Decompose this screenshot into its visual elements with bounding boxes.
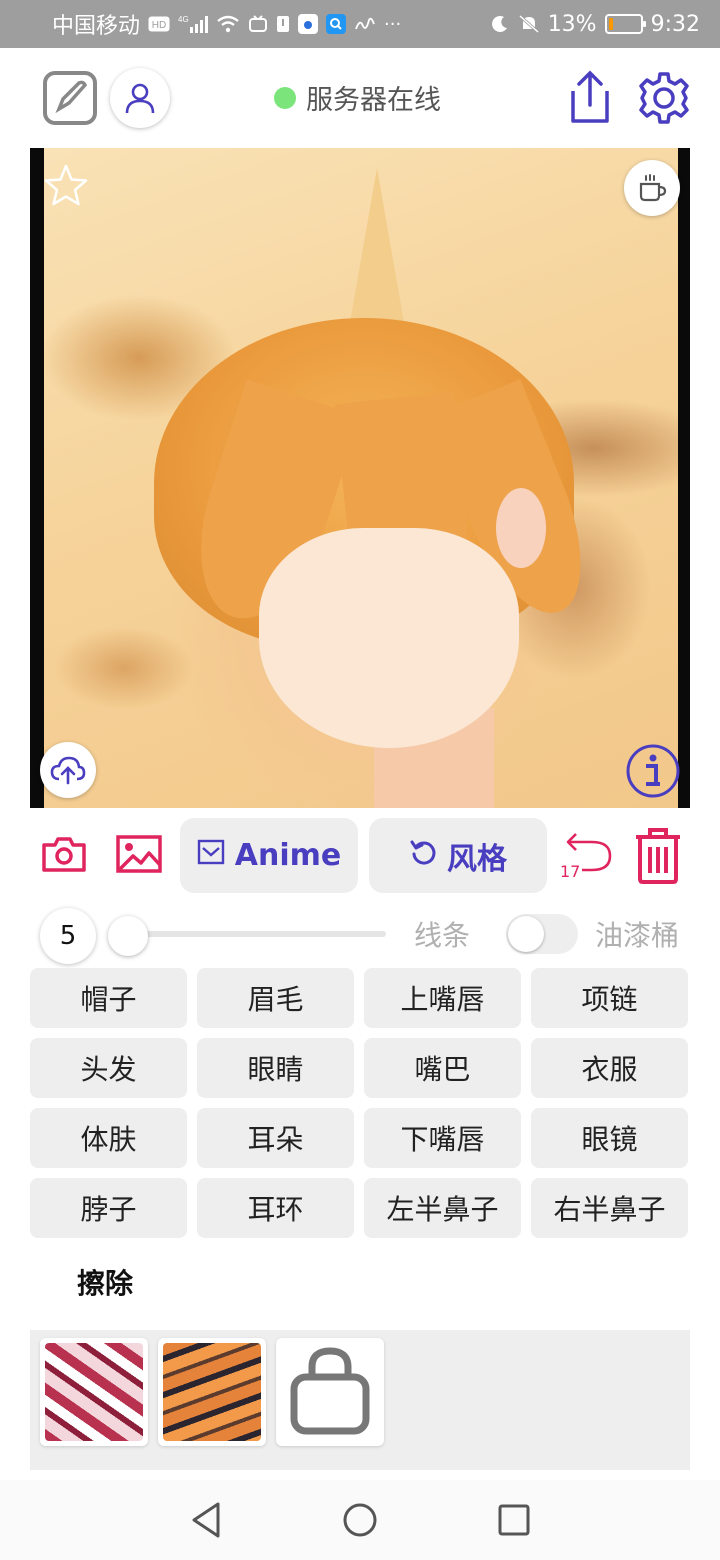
cloud-upload-icon[interactable]: [40, 742, 96, 798]
system-nav-bar: [0, 1480, 720, 1560]
label-chip[interactable]: 左半鼻子: [364, 1178, 521, 1238]
drawing-canvas[interactable]: [30, 148, 690, 808]
home-icon[interactable]: [340, 1500, 380, 1540]
camera-icon[interactable]: [40, 830, 88, 878]
label-grid: 帽子 眉毛 上嘴唇 项链 头发 眼睛 嘴巴 衣服 体肤 耳朵 下嘴唇 眼镜 脖子…: [30, 968, 690, 1238]
label-chip[interactable]: 嘴巴: [364, 1038, 521, 1098]
coffee-cup-icon[interactable]: [624, 160, 680, 216]
star-icon[interactable]: [42, 162, 90, 210]
style-model-label: Anime: [234, 838, 342, 873]
label-chip[interactable]: 眼镜: [531, 1108, 688, 1168]
info-icon[interactable]: [624, 742, 682, 800]
label-chip[interactable]: 眼睛: [197, 1038, 354, 1098]
brush-size-track[interactable]: [112, 931, 386, 937]
label-chip[interactable]: 耳朵: [197, 1108, 354, 1168]
notification-app-icon: [276, 14, 290, 34]
paint-bucket-toggle[interactable]: [506, 914, 578, 954]
status-bar: 中国移动 HD 4G ··· 13% 9:32: [0, 0, 720, 48]
label-chip[interactable]: 帽子: [30, 968, 187, 1028]
carrier-label: 中国移动: [52, 14, 141, 39]
mail-icon: [197, 838, 225, 874]
svg-text:HD: HD: [152, 20, 166, 31]
label-chip[interactable]: 上嘴唇: [364, 968, 521, 1028]
line-mode-label[interactable]: 线条: [414, 914, 470, 954]
clock: 9:32: [650, 11, 700, 37]
style-thumbnail-1[interactable]: [40, 1338, 148, 1446]
server-status-label: 服务器在线: [306, 85, 441, 116]
label-chip[interactable]: 右半鼻子: [531, 1178, 688, 1238]
recents-icon[interactable]: [494, 1500, 534, 1540]
tv-app-icon: [248, 14, 268, 34]
server-status: 服务器在线: [274, 78, 441, 117]
svg-text:4G: 4G: [178, 15, 189, 24]
status-dot: [274, 86, 296, 109]
style-transfer-button[interactable]: 风格: [369, 818, 547, 893]
signature-icon: [354, 14, 376, 34]
style-tray: [30, 1330, 690, 1470]
trash-icon[interactable]: [632, 826, 684, 886]
battery-percent: 13%: [547, 11, 597, 37]
share-icon[interactable]: [564, 68, 616, 128]
label-chip[interactable]: 下嘴唇: [364, 1108, 521, 1168]
paint-bucket-label[interactable]: 油漆桶: [595, 914, 679, 954]
undo-count: 17: [560, 862, 581, 881]
search-app-icon: [326, 14, 347, 34]
signal-icon: 4G: [178, 14, 209, 34]
user-icon[interactable]: [110, 68, 170, 128]
settings-gear-icon[interactable]: [634, 68, 694, 128]
brush-size-value: 5: [40, 908, 96, 964]
image-gallery-icon[interactable]: [114, 830, 164, 878]
moon-icon: [490, 14, 510, 34]
label-chip[interactable]: 体肤: [30, 1108, 187, 1168]
tool-row: Anime 风格 17: [0, 818, 720, 894]
label-chip[interactable]: 眉毛: [197, 968, 354, 1028]
mute-icon: [518, 14, 540, 34]
app-header: 服务器在线: [0, 48, 720, 148]
generated-anime-image: [44, 148, 678, 808]
shop-bag-icon[interactable]: [276, 1338, 384, 1446]
refresh-icon: [409, 838, 437, 874]
label-chip[interactable]: 脖子: [30, 1178, 187, 1238]
label-chip[interactable]: 衣服: [531, 1038, 688, 1098]
style-model-button[interactable]: Anime: [180, 818, 358, 893]
brush-controls: 5 线条 油漆桶: [0, 904, 720, 964]
style-transfer-label: 风格: [447, 841, 507, 877]
erase-option[interactable]: 擦除: [77, 1262, 133, 1302]
back-icon[interactable]: [186, 1500, 226, 1540]
label-chip[interactable]: 项链: [531, 968, 688, 1028]
hd-icon: HD: [148, 16, 170, 32]
label-chip[interactable]: 头发: [30, 1038, 187, 1098]
wifi-icon: [216, 14, 240, 34]
battery-icon: [604, 14, 646, 34]
baidu-icon: [298, 14, 319, 34]
label-chip[interactable]: 耳环: [197, 1178, 354, 1238]
more-icon: ···: [384, 13, 402, 35]
brush-size-slider-thumb[interactable]: [108, 916, 148, 956]
style-thumbnail-2[interactable]: [158, 1338, 266, 1446]
edit-icon[interactable]: [40, 68, 100, 128]
